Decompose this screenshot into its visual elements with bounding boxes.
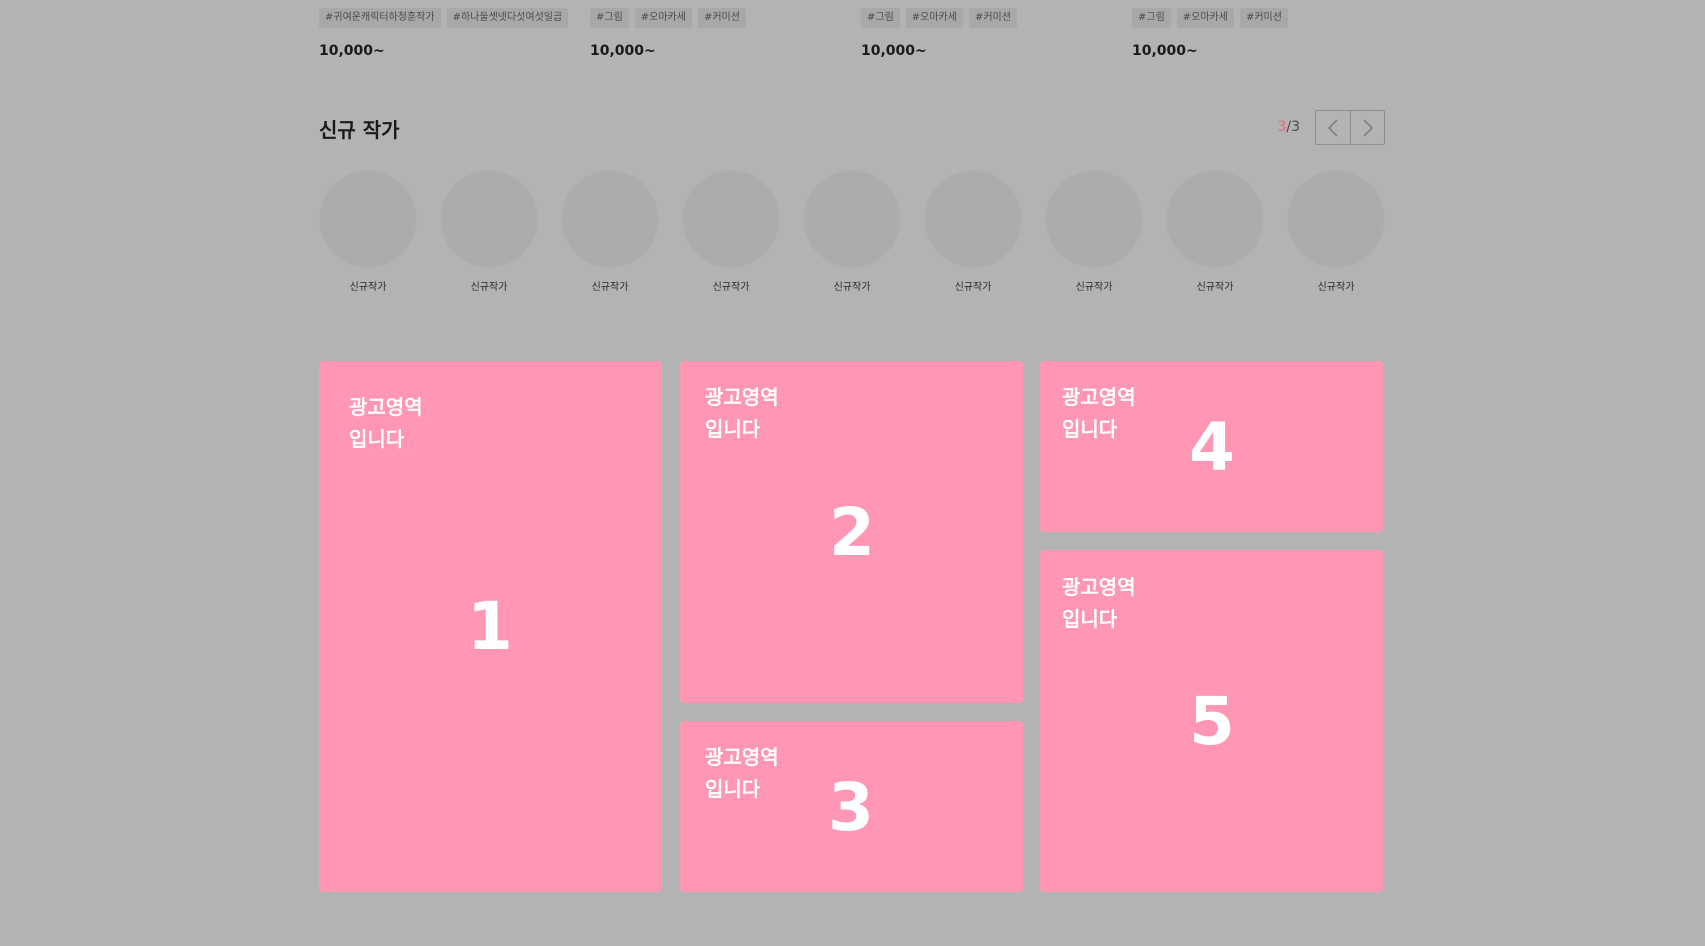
tag-list: #그림 #오마카세 #커미션 [1132, 8, 1382, 28]
ad-banner-4[interactable]: 광고영역 입니다 4 [1040, 361, 1383, 532]
tag[interactable]: #하나둘셋넷다섯여섯일곱 [446, 8, 569, 28]
ad-number: 3 [828, 769, 874, 846]
avatar [440, 170, 538, 268]
ad-label: 광고영역 입니다 [1062, 385, 1136, 441]
price: 10,000~ [861, 43, 927, 59]
tag-list: #귀여운캐릭터하청훈작가 #하나둘셋넷다섯여섯일곱 [319, 8, 569, 28]
artist-item[interactable]: 신규작가 [319, 170, 417, 293]
artist-name: 신규작가 [833, 282, 871, 293]
artist-item[interactable]: 신규작가 [682, 170, 780, 293]
carousel-nav [1315, 110, 1385, 145]
tag[interactable]: #그림 [1132, 8, 1171, 28]
page: #귀여운캐릭터하청훈작가 #하나둘셋넷다섯여섯일곱 10,000~ #그림 #오… [0, 0, 1705, 946]
tag[interactable]: #커미션 [697, 8, 746, 28]
artist-name: 신규작가 [349, 282, 387, 293]
ad-banner-5[interactable]: 광고영역 입니다 5 [1040, 550, 1383, 892]
total-pages: 3 [1291, 119, 1300, 135]
tag[interactable]: #커미션 [968, 8, 1017, 28]
ad-banner-2[interactable]: 광고영역 입니다 2 [680, 361, 1023, 703]
price: 10,000~ [319, 43, 385, 59]
ad-number: 4 [1189, 409, 1235, 486]
avatar [1166, 170, 1264, 268]
tag[interactable]: #그림 [590, 8, 629, 28]
avatar [924, 170, 1022, 268]
tag[interactable]: #귀여운캐릭터하청훈작가 [319, 8, 441, 28]
ad-label: 광고영역 입니다 [1062, 575, 1136, 631]
ad-label: 광고영역 입니다 [705, 745, 779, 801]
product-card[interactable]: #그림 #오마카세 #커미션 10,000~ [590, 8, 840, 59]
ad-number: 5 [1189, 683, 1235, 760]
avatar [561, 170, 659, 268]
product-card[interactable]: #그림 #오마카세 #커미션 10,000~ [1132, 8, 1382, 59]
artist-item[interactable]: 신규작가 [1166, 170, 1264, 293]
product-card[interactable]: #그림 #오마카세 #커미션 10,000~ [861, 8, 1111, 59]
artist-name: 신규작가 [470, 282, 508, 293]
artist-item[interactable]: 신규작가 [440, 170, 538, 293]
artist-name: 신규작가 [591, 282, 629, 293]
ad-banner-3[interactable]: 광고영역 입니다 3 [680, 721, 1023, 892]
artist-name: 신규작가 [1317, 282, 1355, 293]
artist-name: 신규작가 [954, 282, 992, 293]
ad-number: 2 [829, 494, 875, 571]
ad-number: 1 [467, 588, 513, 665]
ad-label: 광고영역 입니다 [705, 385, 779, 441]
tag[interactable]: #그림 [861, 8, 900, 28]
artist-name: 신규작가 [712, 282, 750, 293]
chevron-left-icon [1327, 118, 1338, 137]
product-card[interactable]: #귀여운캐릭터하청훈작가 #하나둘셋넷다섯여섯일곱 10,000~ [319, 8, 569, 59]
artist-item[interactable]: 신규작가 [803, 170, 901, 293]
page-indicator: 3/3 [1270, 117, 1300, 137]
next-button[interactable] [1350, 111, 1384, 144]
ad-banner-1[interactable]: 광고영역 입니다 1 [319, 361, 662, 892]
avatar [319, 170, 417, 268]
prev-button[interactable] [1316, 111, 1350, 144]
avatar [1045, 170, 1143, 268]
avatar [682, 170, 780, 268]
chevron-right-icon [1362, 118, 1373, 137]
tag[interactable]: #오마카세 [634, 8, 692, 28]
artist-item[interactable]: 신규작가 [1045, 170, 1143, 293]
product-list: #귀여운캐릭터하청훈작가 #하나둘셋넷다섯여섯일곱 10,000~ #그림 #오… [319, 8, 1383, 60]
avatar [1287, 170, 1385, 268]
avatar [803, 170, 901, 268]
artist-item[interactable]: 신규작가 [1287, 170, 1385, 293]
section-title: 신규 작가 [319, 118, 400, 142]
artist-item[interactable]: 신규작가 [924, 170, 1022, 293]
tag[interactable]: #오마카세 [905, 8, 963, 28]
artist-name: 신규작가 [1196, 282, 1234, 293]
tag[interactable]: #커미션 [1239, 8, 1288, 28]
artist-item[interactable]: 신규작가 [561, 170, 659, 293]
price: 10,000~ [1132, 43, 1198, 59]
tag-list: #그림 #오마카세 #커미션 [861, 8, 1111, 28]
artist-name: 신규작가 [1075, 282, 1113, 293]
ad-label: 광고영역 입니다 [349, 395, 423, 451]
price: 10,000~ [590, 43, 656, 59]
artist-list: 신규작가 신규작가 신규작가 신규작가 신규작가 신규작가 신규작가 신규작가 [319, 170, 1385, 293]
tag-list: #그림 #오마카세 #커미션 [590, 8, 840, 28]
tag[interactable]: #오마카세 [1176, 8, 1234, 28]
